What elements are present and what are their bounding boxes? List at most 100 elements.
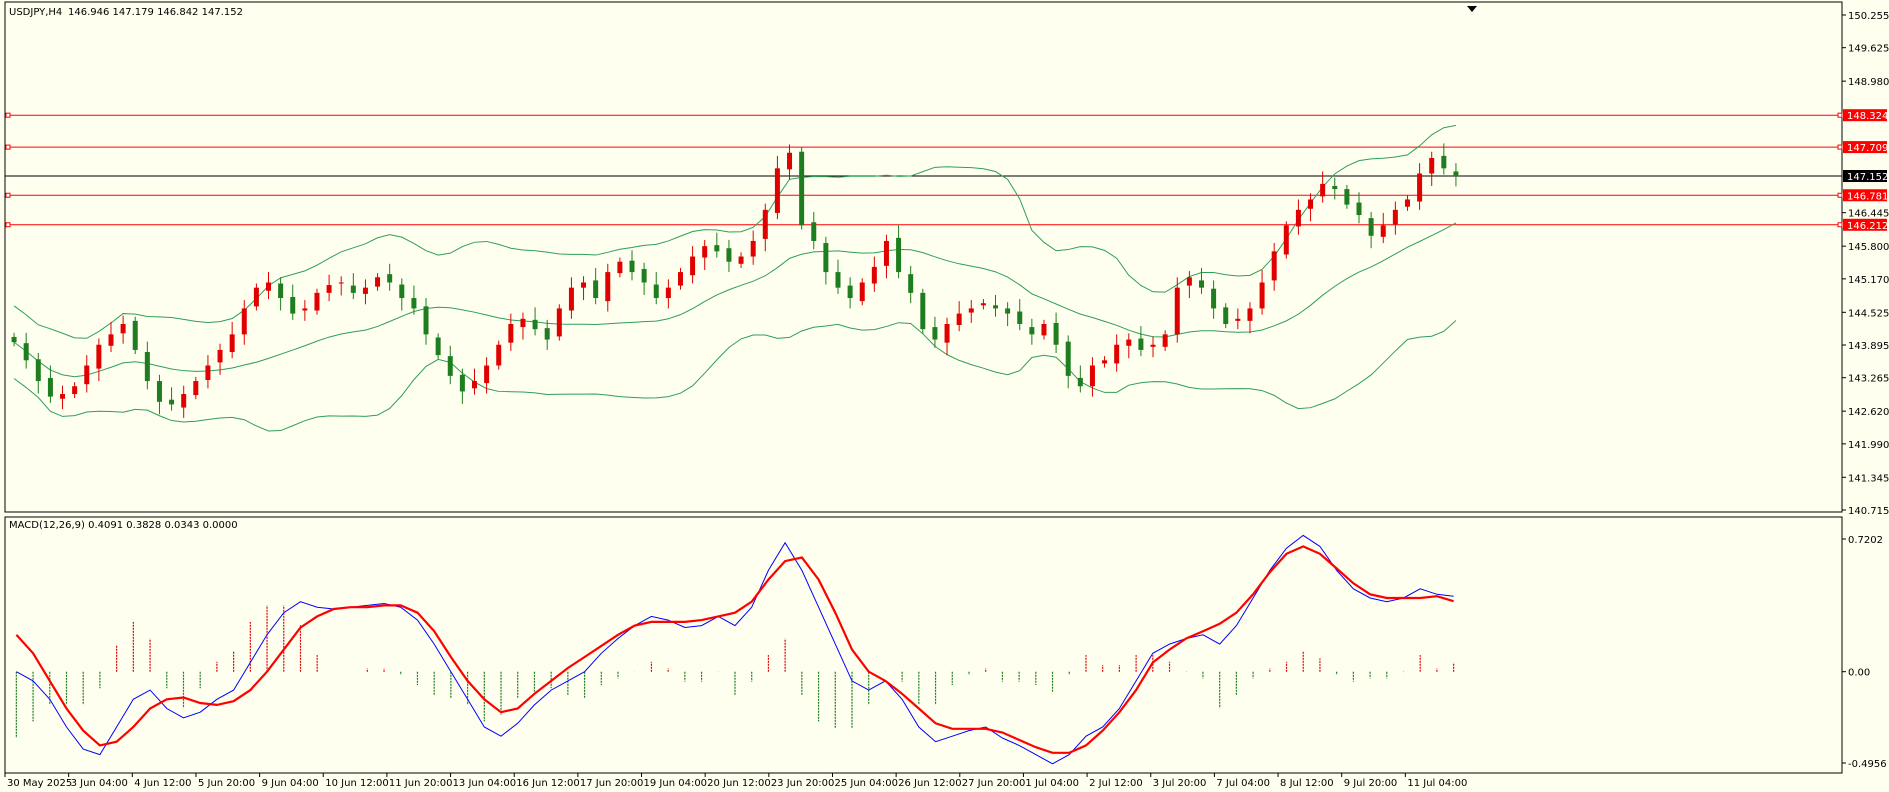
time-tick-label: 30 May 2025 bbox=[7, 778, 72, 789]
time-tick-label: 9 Jul 20:00 bbox=[1344, 778, 1398, 789]
candle-body bbox=[520, 318, 526, 328]
candle-body bbox=[787, 152, 793, 170]
candle-body bbox=[459, 374, 465, 392]
candle-body bbox=[677, 272, 683, 286]
time-tick-label: 13 Jun 04:00 bbox=[453, 778, 517, 789]
candle-body bbox=[799, 151, 805, 226]
time-tick-label: 19 Jun 04:00 bbox=[644, 778, 708, 789]
level-handle bbox=[1837, 112, 1843, 118]
candle-body bbox=[762, 209, 768, 239]
level-price-label: 146.781 bbox=[1847, 191, 1888, 202]
candle-body bbox=[532, 319, 538, 330]
current-price-label: 147.152 bbox=[1847, 172, 1888, 183]
candle-body bbox=[181, 394, 187, 408]
candle-body bbox=[338, 282, 344, 284]
signal-line bbox=[15, 545, 1454, 754]
candle-body bbox=[1174, 287, 1180, 335]
candle-body bbox=[156, 381, 162, 402]
candle-body bbox=[1271, 251, 1277, 281]
time-tick-label: 2 Jul 12:00 bbox=[1089, 778, 1143, 789]
candle-body bbox=[1332, 185, 1338, 190]
candlesticks bbox=[11, 143, 1459, 418]
candle-body bbox=[375, 277, 381, 287]
candle-body bbox=[568, 287, 574, 311]
chart-window[interactable]: 150.255 149.625 148.980 148.324 147.709 147.1… bbox=[0, 0, 1889, 792]
candle-body bbox=[1005, 308, 1011, 314]
macd-axis: 0.7202 0.00 -0.4956 bbox=[1842, 535, 1887, 770]
candle-body bbox=[423, 306, 429, 335]
candle-body bbox=[229, 334, 235, 353]
candle-body bbox=[484, 365, 490, 384]
candle-body bbox=[1138, 338, 1144, 350]
candle-body bbox=[1102, 360, 1108, 364]
candle-body bbox=[883, 240, 889, 266]
upper-band bbox=[13, 124, 1457, 339]
time-tick-label: 25 Jun 04:00 bbox=[834, 778, 898, 789]
candle-body bbox=[302, 308, 308, 311]
price-tick-label: 149.625 bbox=[1848, 44, 1889, 55]
macd-tick-label: 0.00 bbox=[1848, 668, 1870, 679]
candle-body bbox=[1429, 157, 1435, 174]
candle-body bbox=[690, 256, 696, 276]
candle-body bbox=[593, 280, 599, 299]
candle-body bbox=[653, 284, 659, 299]
level-handle bbox=[1837, 192, 1843, 198]
candle-body bbox=[932, 327, 938, 340]
candle-body bbox=[665, 287, 671, 299]
candle-body bbox=[314, 292, 320, 311]
candle-body bbox=[1247, 308, 1253, 321]
candle-body bbox=[1320, 183, 1326, 197]
candle-body bbox=[471, 381, 477, 389]
candle-body bbox=[169, 399, 175, 405]
candle-body bbox=[266, 282, 272, 291]
candle-body bbox=[1308, 199, 1314, 209]
price-tick-label: 142.620 bbox=[1848, 407, 1889, 418]
time-tick-label: 11 Jun 20:00 bbox=[389, 778, 453, 789]
candle-body bbox=[290, 297, 296, 314]
time-tick-label: 20 Jun 12:00 bbox=[707, 778, 771, 789]
candle-body bbox=[1029, 327, 1035, 335]
candle-body bbox=[23, 343, 29, 361]
candle-body bbox=[84, 365, 90, 385]
candle-body bbox=[387, 274, 393, 283]
candle-body bbox=[629, 260, 635, 273]
candle-body bbox=[1150, 344, 1156, 347]
time-tick-label: 26 Jun 12:00 bbox=[898, 778, 962, 789]
candle-body bbox=[641, 268, 647, 283]
candle-body bbox=[1417, 173, 1423, 202]
price-tick-label: 141.345 bbox=[1848, 473, 1889, 484]
candle-body bbox=[811, 222, 817, 241]
level-handle bbox=[5, 222, 11, 228]
candle-body bbox=[1295, 209, 1301, 227]
time-tick-label: 11 Jul 04:00 bbox=[1407, 778, 1467, 789]
price-chart-svg[interactable]: 150.255 149.625 148.980 148.324 147.709 147.1… bbox=[0, 0, 1889, 792]
candle-body bbox=[1404, 199, 1410, 207]
candle-body bbox=[362, 287, 368, 294]
candle-body bbox=[253, 287, 259, 307]
candle-body bbox=[350, 285, 356, 293]
candle-body bbox=[556, 308, 562, 337]
main-pane-frame bbox=[4, 1, 1843, 513]
candle-body bbox=[993, 305, 999, 309]
candle-body bbox=[1223, 307, 1229, 324]
price-tick-label: 146.445 bbox=[1848, 209, 1889, 220]
candle-body bbox=[508, 323, 514, 343]
ohlc-readout: 146.946 147.179 146.842 147.152 bbox=[68, 7, 243, 18]
bollinger-bands bbox=[13, 124, 1457, 432]
candle-body bbox=[1186, 277, 1192, 286]
candle-body bbox=[108, 334, 114, 346]
horizontal-levels bbox=[5, 112, 1843, 228]
candle-body bbox=[871, 266, 877, 284]
candle-body bbox=[980, 303, 986, 306]
candle-body bbox=[1453, 171, 1459, 177]
time-tick-label: 4 Jun 12:00 bbox=[134, 778, 191, 789]
candle-body bbox=[896, 237, 902, 273]
candle-body bbox=[1392, 209, 1398, 225]
candle-body bbox=[1017, 311, 1023, 324]
shift-marker-icon[interactable] bbox=[1467, 6, 1477, 12]
candle-body bbox=[605, 272, 611, 302]
symbol-timeframe: USDJPY,H4 bbox=[9, 7, 62, 18]
candle-body bbox=[1077, 377, 1083, 387]
candle-body bbox=[956, 313, 962, 326]
macd-pane-frame bbox=[4, 516, 1843, 774]
